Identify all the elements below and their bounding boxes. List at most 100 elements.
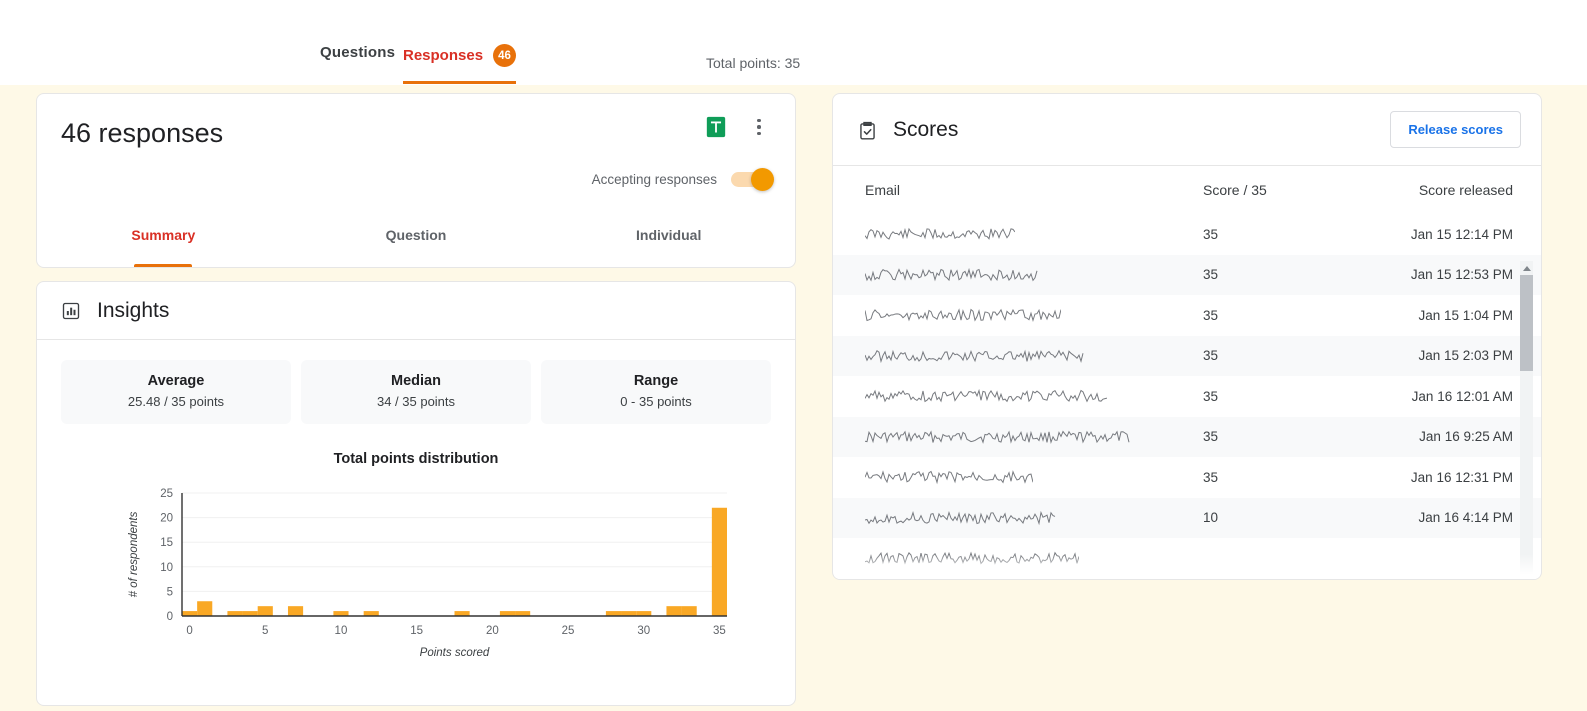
chart-bar [182, 611, 198, 616]
cell-email [865, 386, 1203, 406]
bar-chart-icon [61, 301, 81, 321]
column-header-score: Score / 35 [1203, 182, 1267, 198]
chart-bar [666, 606, 682, 616]
table-row[interactable] [833, 538, 1541, 579]
cell-score-released: Jan 15 2:03 PM [1418, 348, 1513, 364]
tab-responses[interactable]: Responses 46 [403, 44, 517, 84]
cell-score: 35 [1203, 429, 1219, 445]
tab-questions-label: Questions [320, 44, 396, 61]
stat-range-value: 0 - 35 points [620, 394, 692, 409]
kebab-dot [757, 125, 761, 129]
cell-email [865, 508, 1203, 528]
chart-bar [621, 611, 637, 616]
stat-range-label: Range [633, 373, 679, 389]
cell-score: 10 [1203, 510, 1219, 526]
scrollbar-thumb[interactable] [1520, 275, 1533, 371]
insights-card: Insights Average 25.48 / 35 points Media… [36, 281, 796, 706]
top-tab-bar: Questions Responses 46 Total points: 35 [0, 0, 1587, 85]
chart-title: Total points distribution [333, 451, 499, 467]
cell-score-released: Jan 16 9:25 AM [1419, 429, 1513, 445]
table-row[interactable]: 35 Jan 15 12:14 PM [833, 214, 1541, 255]
chart-bar [333, 611, 349, 616]
redacted-email-scribble [865, 349, 1084, 363]
cell-score: 35 [1203, 307, 1219, 323]
svg-text:5: 5 [167, 586, 173, 598]
cell-email [865, 265, 1203, 285]
caret-up-icon[interactable] [1520, 261, 1533, 275]
chart-bar [363, 611, 379, 616]
table-row[interactable]: 35 Jan 16 9:25 AM [833, 416, 1541, 457]
redacted-email-scribble [865, 470, 1033, 485]
svg-text:10: 10 [335, 625, 348, 637]
more-vert-icon[interactable] [748, 116, 770, 138]
column-header-email: Email [865, 182, 901, 198]
scores-table: Email Score / 35 Score released 35 Jan 15… [833, 166, 1541, 579]
subtab-summary[interactable]: Summary [37, 219, 290, 267]
svg-text:25: 25 [562, 625, 575, 637]
cell-score: 35 [1203, 267, 1219, 283]
table-row[interactable]: 35 Jan 15 12:53 PM [833, 254, 1541, 295]
svg-text:20: 20 [160, 513, 173, 525]
chart-bar [197, 601, 213, 616]
table-row[interactable]: 35 Jan 15 1:04 PM [833, 295, 1541, 336]
column-header-score-released: Score released [1418, 182, 1513, 198]
left-column: 46 responses Accepting responses Summary [36, 93, 796, 706]
insights-stats: Average 25.48 / 35 points Median 34 / 35… [37, 340, 795, 424]
responses-card: 46 responses Accepting responses Summary [36, 93, 796, 268]
stat-average: Average 25.48 / 35 points [61, 360, 291, 424]
clipboard-check-icon [857, 119, 877, 141]
svg-text:0: 0 [186, 625, 192, 637]
chart-bar [711, 507, 727, 616]
subtab-question-label: Question [385, 227, 447, 243]
table-row[interactable]: 10 Jan 16 4:14 PM [833, 497, 1541, 538]
chart-bar [242, 611, 258, 616]
chart-bar [227, 611, 243, 616]
subtab-individual-label: Individual [636, 227, 702, 243]
cell-email [865, 224, 1203, 244]
toggle-knob [751, 167, 774, 191]
accepting-responses-label: Accepting responses [591, 172, 717, 187]
stat-average-value: 25.48 / 35 points [127, 394, 225, 409]
responses-title: 46 responses [61, 118, 224, 148]
cell-score-released: Jan 16 12:31 PM [1410, 469, 1513, 485]
table-row[interactable]: 35 Jan 15 2:03 PM [833, 335, 1541, 376]
kebab-dot [757, 118, 761, 123]
chart-bar [515, 611, 531, 616]
google-sheets-icon[interactable] [705, 116, 727, 138]
svg-text:10: 10 [160, 562, 173, 574]
cell-score-released: Jan 15 12:14 PM [1410, 226, 1513, 242]
cell-email [865, 467, 1203, 487]
svg-text:15: 15 [160, 537, 173, 549]
responses-subtabs: Summary Question Individual [37, 219, 795, 267]
redacted-email-scribble [865, 267, 1038, 282]
stat-median: Median 34 / 35 points [301, 360, 531, 424]
chart-bar [454, 611, 470, 616]
stat-median-value: 34 / 35 points [376, 394, 456, 409]
svg-text:5: 5 [262, 625, 268, 637]
subtab-summary-label: Summary [131, 227, 196, 243]
cell-email [865, 305, 1203, 325]
cell-email [865, 548, 1203, 568]
scores-row-list: 35 Jan 15 12:14 PM 35 Jan 15 12:53 PM 35 Jan … [833, 214, 1541, 579]
kebab-dot [757, 131, 761, 136]
subtab-individual[interactable]: Individual [542, 219, 795, 267]
svg-text:35: 35 [713, 625, 726, 637]
cell-email [865, 346, 1203, 366]
table-row[interactable]: 35 Jan 16 12:01 AM [833, 376, 1541, 417]
points-distribution-chart: 0 5 10 15 20 25 0 5 10 15 20 25 30 35 # of respondents… [37, 481, 795, 661]
scores-scrollbar[interactable] [1520, 261, 1533, 579]
scores-card: Scores Release scores Email Score / 35 S… [832, 93, 1542, 580]
release-scores-button[interactable]: Release scores [1390, 111, 1521, 148]
redacted-email-scribble [865, 551, 1079, 566]
stat-range: Range 0 - 35 points [541, 360, 771, 424]
tab-questions[interactable]: Questions [316, 44, 399, 77]
total-points-label: Total points: 35 [706, 55, 801, 71]
stat-average-label: Average [147, 373, 205, 389]
table-row[interactable]: 35 Jan 16 12:31 PM [833, 457, 1541, 498]
redacted-email-scribble [865, 389, 1107, 403]
responses-count-badge: 46 [493, 44, 517, 67]
subtab-question[interactable]: Question [290, 219, 543, 267]
cell-score-released: Jan 16 12:01 AM [1411, 388, 1513, 404]
tab-responses-label: Responses [403, 47, 484, 64]
accepting-responses-toggle[interactable] [731, 167, 774, 191]
